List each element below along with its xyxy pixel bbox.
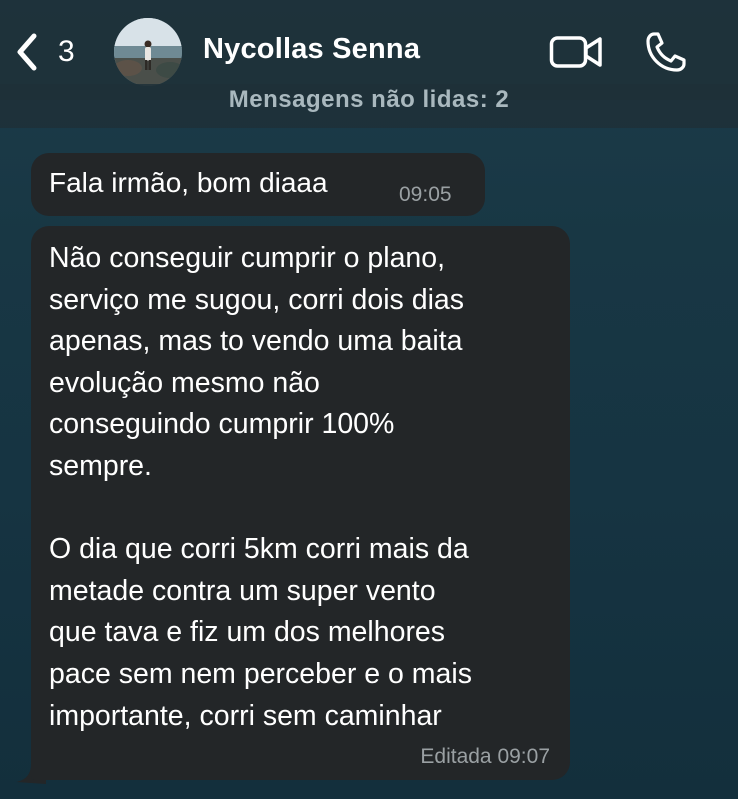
- message-timestamp: Editada 09:07: [420, 745, 550, 768]
- message-text: Fala irmão, bom diaaa: [49, 167, 328, 198]
- video-camera-icon[interactable]: [549, 34, 603, 70]
- message-bubble[interactable]: Não conseguir cumprir o plano, serviço m…: [31, 226, 570, 780]
- unread-banner-label: Mensagens não lidas: 2: [228, 86, 510, 113]
- phone-icon[interactable]: [644, 30, 688, 74]
- unread-count: 3: [58, 35, 75, 68]
- unread-messages-banner: Mensagens não lidas: 2: [0, 84, 738, 128]
- avatar[interactable]: [114, 18, 182, 86]
- chevron-left-icon: [17, 33, 37, 71]
- back-button[interactable]: 3: [14, 32, 75, 72]
- message-text: Não conseguir cumprir o plano, serviço m…: [49, 242, 472, 732]
- message-bubble[interactable]: Fala irmão, bom diaaa 09:05: [31, 153, 485, 216]
- message-timestamp: 09:05: [399, 183, 452, 206]
- contact-name[interactable]: Nycollas Senna: [203, 33, 420, 66]
